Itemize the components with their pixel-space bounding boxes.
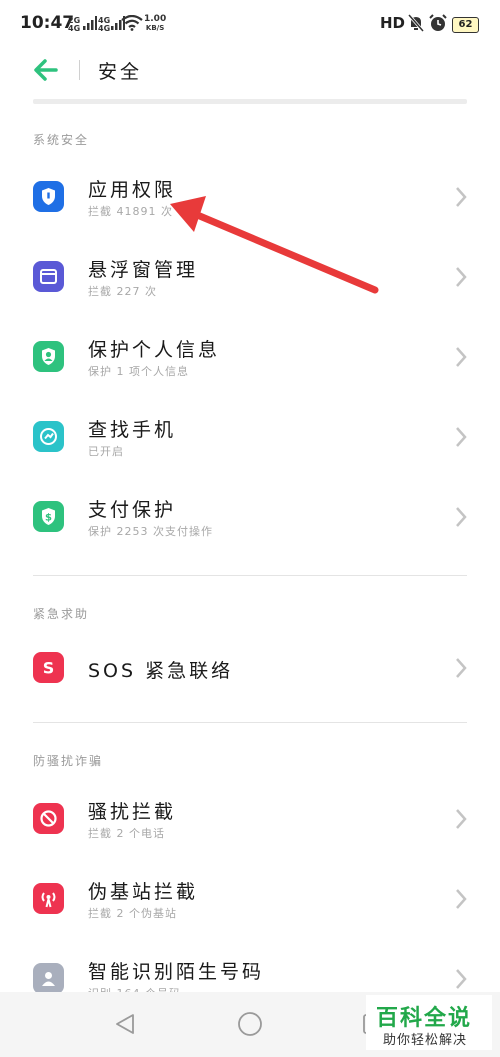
watermark-subtitle: 助你轻松解决 [383, 1033, 468, 1048]
network-speed: 1.00 KB/S [144, 14, 167, 33]
network-indicator-sim2: 4G 4G [98, 16, 111, 33]
chevron-right-icon [456, 187, 467, 207]
svg-text:$: $ [45, 513, 52, 524]
list-item-sos[interactable]: S SOS 紧急联络 [0, 628, 500, 708]
list-item-payment-protection[interactable]: $ 支付保护 保护 2253 次支付操作 [0, 477, 500, 557]
item-subtitle: 保护 2253 次支付操作 [88, 525, 213, 538]
network-indicator-sim1: 2G 4G [68, 16, 81, 33]
app-header: 安全 [0, 48, 500, 92]
status-bar: 10:47 2G 4G 4G 4G 1.00 KB/S HD 62 [0, 0, 500, 48]
user-shield-icon [33, 341, 64, 372]
wifi-icon [121, 15, 143, 31]
contact-icon [33, 963, 64, 994]
item-subtitle: 拦截 41891 次 [88, 205, 173, 218]
item-subtitle: 拦截 2 个电话 [88, 827, 165, 840]
chevron-right-icon [456, 427, 467, 447]
arrow-left-icon [34, 59, 58, 81]
section-divider [33, 575, 467, 576]
list-item-personal-info[interactable]: 保护个人信息 保护 1 项个人信息 [0, 317, 500, 397]
item-title: 应用权限 [88, 179, 177, 201]
battery-indicator: 62 [452, 17, 479, 33]
section-title-system-security: 系统安全 [33, 133, 90, 147]
item-title: 查找手机 [88, 419, 177, 441]
list-item-fake-base-station[interactable]: 伪基站拦截 拦截 2 个伪基站 [0, 859, 500, 939]
chevron-right-icon [456, 658, 467, 678]
chevron-right-icon [456, 347, 467, 367]
window-icon [33, 261, 64, 292]
mute-bell-icon [408, 14, 424, 32]
back-button[interactable] [30, 56, 62, 84]
section-title-anti-harassment: 防骚扰诈骗 [33, 754, 104, 768]
list-item-find-phone[interactable]: 查找手机 已开启 [0, 397, 500, 477]
sos-icon-letter: S [43, 659, 55, 678]
item-subtitle: 保护 1 项个人信息 [88, 365, 189, 378]
block-icon [33, 803, 64, 834]
home-circle-icon[interactable] [237, 1011, 263, 1037]
header-divider [79, 60, 80, 80]
chevron-right-icon [456, 267, 467, 287]
list-item-harassment-block[interactable]: 骚扰拦截 拦截 2 个电话 [0, 779, 500, 859]
item-title: 骚扰拦截 [88, 801, 177, 823]
chevron-right-icon [456, 507, 467, 527]
hd-indicator: HD [380, 14, 406, 32]
shield-icon [33, 181, 64, 212]
chevron-right-icon [456, 809, 467, 829]
watermark-title: 百科全说 [376, 1006, 473, 1031]
list-item-app-permissions[interactable]: 应用权限 拦截 41891 次 [0, 157, 500, 237]
chevron-right-icon [456, 889, 467, 909]
status-time: 10:47 [20, 13, 75, 33]
chevron-right-icon [456, 969, 467, 989]
payment-shield-icon: $ [33, 501, 64, 532]
back-triangle-icon[interactable] [113, 1012, 137, 1036]
list-item-floating-window[interactable]: 悬浮窗管理 拦截 227 次 [0, 237, 500, 317]
page-title: 安全 [98, 61, 143, 83]
item-title: 悬浮窗管理 [88, 259, 199, 281]
signal-icon [83, 16, 97, 30]
item-subtitle: 拦截 227 次 [88, 285, 157, 298]
sos-icon: S [33, 652, 64, 683]
locate-icon [33, 421, 64, 452]
section-divider [33, 722, 467, 723]
antenna-icon [33, 883, 64, 914]
item-title: 伪基站拦截 [88, 881, 199, 903]
item-title: 智能识别陌生号码 [88, 961, 265, 983]
item-title: 支付保护 [88, 499, 177, 521]
item-subtitle: 已开启 [88, 445, 124, 458]
header-shadow [33, 99, 467, 104]
item-title: SOS 紧急联络 [88, 660, 234, 682]
alarm-icon [429, 14, 447, 31]
item-subtitle: 拦截 2 个伪基站 [88, 907, 177, 920]
item-title: 保护个人信息 [88, 339, 221, 361]
section-title-emergency: 紧急求助 [33, 607, 90, 621]
